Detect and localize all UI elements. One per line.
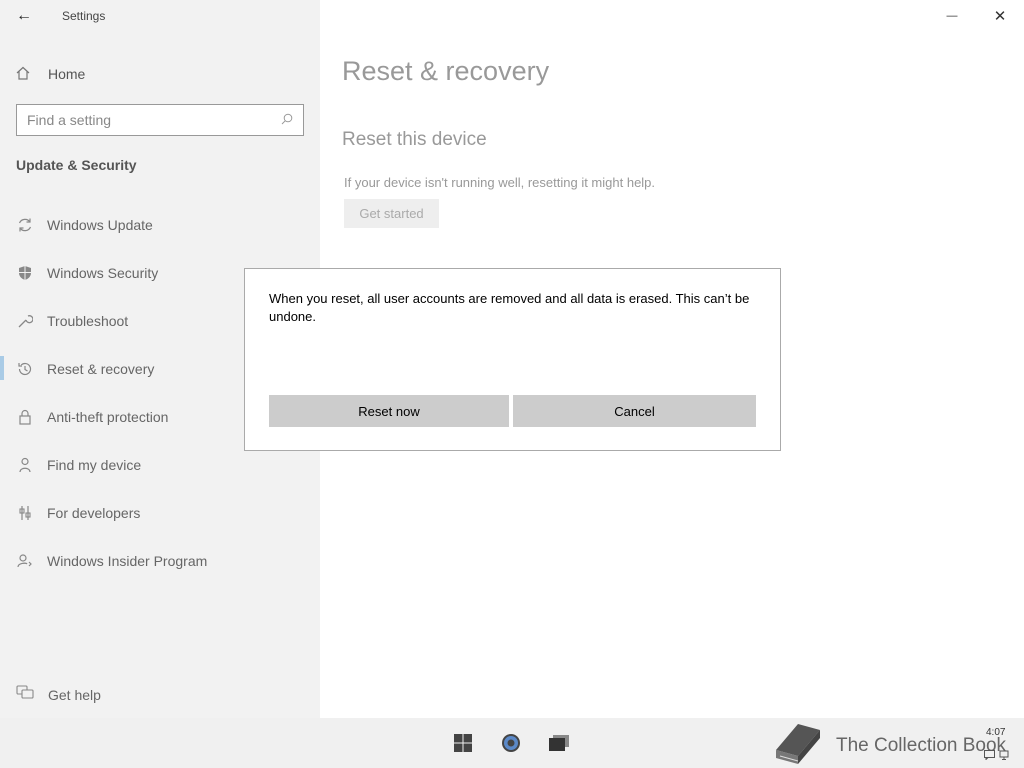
back-button[interactable]: ←	[12, 4, 36, 28]
sidebar-item-label: For developers	[47, 505, 141, 521]
book-logo-icon	[770, 720, 826, 768]
wrench-icon	[16, 313, 33, 329]
developer-tools-icon	[16, 505, 33, 521]
network-icon[interactable]	[999, 750, 1009, 763]
search-box[interactable]	[16, 104, 304, 136]
clock[interactable]: 4:07	[986, 727, 1005, 738]
chat-help-icon	[16, 685, 34, 704]
search-input[interactable]	[27, 112, 281, 128]
active-indicator	[0, 356, 4, 380]
page-title: Reset & recovery	[342, 56, 550, 86]
sidebar-item-for-developers[interactable]: For developers	[0, 489, 320, 537]
watermark: The Collection Book	[770, 720, 1006, 768]
sidebar-item-label: Windows Security	[47, 265, 159, 281]
get-help-label: Get help	[48, 686, 101, 703]
watermark-text: The Collection Book	[836, 734, 1007, 756]
section-description: If your device isn't running well, reset…	[344, 175, 656, 190]
windows-start-icon[interactable]	[450, 730, 476, 756]
sidebar-item-label: Windows Insider Program	[47, 553, 208, 569]
sidebar-item-windows-update[interactable]: Windows Update	[0, 201, 320, 249]
task-view-icon[interactable]	[546, 730, 572, 756]
minimize-button[interactable]: —	[929, 0, 975, 32]
cancel-button[interactable]: Cancel	[513, 395, 756, 427]
reset-confirm-dialog: When you reset, all user accounts are re…	[244, 268, 781, 451]
home-link[interactable]: Home	[16, 62, 85, 86]
shield-icon	[16, 265, 33, 281]
get-help-link[interactable]: Get help	[16, 685, 101, 704]
history-icon	[16, 361, 33, 377]
get-started-button[interactable]: Get started	[344, 199, 439, 228]
sidebar-item-label: Windows Update	[47, 217, 153, 233]
system-tray	[984, 750, 1009, 763]
insider-icon	[16, 553, 33, 569]
close-icon: ✕	[993, 8, 1007, 25]
close-button[interactable]: ✕	[977, 0, 1023, 32]
section-heading: Reset this device	[342, 129, 487, 150]
sidebar-item-label: Anti-theft protection	[47, 409, 169, 425]
person-icon	[16, 457, 33, 473]
home-label: Home	[48, 66, 86, 82]
settings-gear-icon[interactable]	[498, 730, 524, 756]
sidebar-item-label: Troubleshoot	[47, 313, 129, 329]
lock-icon	[16, 409, 33, 425]
sync-icon	[16, 217, 33, 233]
sidebar-item-label: Reset & recovery	[47, 361, 155, 377]
minimize-icon: —	[946, 10, 958, 22]
window-title: Settings	[62, 9, 106, 23]
reset-now-button[interactable]: Reset now	[269, 395, 509, 427]
notification-icon[interactable]	[984, 750, 995, 763]
back-arrow-icon: ←	[16, 7, 32, 24]
dialog-message: When you reset, all user accounts are re…	[269, 291, 750, 324]
search-icon[interactable]	[281, 113, 293, 128]
home-icon	[16, 66, 34, 83]
sidebar-item-label: Find my device	[47, 457, 142, 473]
section-title: Update & Security	[16, 157, 137, 173]
sidebar-item-insider-program[interactable]: Windows Insider Program	[0, 537, 320, 585]
